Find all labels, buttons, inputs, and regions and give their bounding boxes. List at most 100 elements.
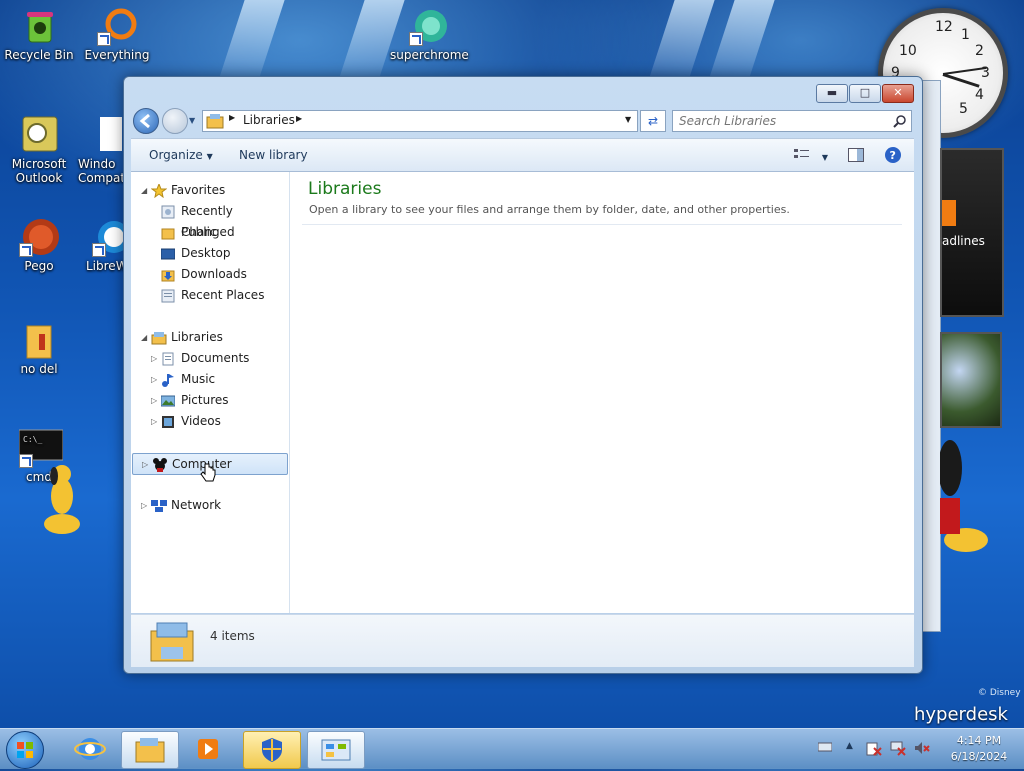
- maximize-icon: □: [859, 86, 871, 99]
- collapse-triangle-icon[interactable]: ◢: [141, 180, 147, 201]
- preview-pane-button[interactable]: [848, 148, 864, 165]
- breadcrumb-separator-icon: ▶: [229, 113, 236, 122]
- desktop-icon-recycle-bin[interactable]: Recycle Bin: [0, 6, 78, 62]
- forward-button[interactable]: [162, 108, 188, 134]
- nav-item-music[interactable]: ▷ Music: [131, 369, 285, 390]
- background-window-edge: [921, 80, 941, 632]
- nav-label: Documents: [181, 351, 250, 365]
- outlook-icon: [19, 115, 59, 155]
- control-panel-icon: [321, 739, 351, 761]
- back-button[interactable]: [133, 108, 159, 134]
- librew-icon: [92, 217, 130, 257]
- folder-icon: [161, 226, 175, 240]
- nav-item-pictures[interactable]: ▷ Pictures: [131, 390, 285, 411]
- clock-number: 2: [975, 43, 984, 59]
- computer-icon: [152, 458, 167, 472]
- nav-label: Music: [181, 372, 216, 386]
- desktop-icon-librew[interactable]: LibreW: [86, 217, 130, 273]
- address-dropdown-icon[interactable]: ▼: [625, 115, 631, 124]
- view-options-button[interactable]: ▼: [794, 148, 828, 163]
- desktop-icon-pego[interactable]: Pego: [0, 217, 78, 273]
- desktop-icon-no-del[interactable]: no del: [0, 320, 78, 376]
- desktop-icon-outlook[interactable]: Microsoft Outlook: [0, 115, 78, 185]
- desktop-icon-label: Everything: [84, 48, 150, 62]
- libraries-large-icon: [150, 622, 194, 662]
- new-library-button[interactable]: New library: [239, 148, 308, 162]
- refresh-button[interactable]: ⇄: [640, 110, 666, 132]
- nav-item-network[interactable]: ▷ Network: [131, 495, 285, 516]
- close-button[interactable]: ✕: [882, 84, 914, 103]
- refresh-icon: ⇄: [647, 114, 659, 128]
- desktop-icon-compat[interactable]: Windo Compat: [78, 115, 125, 185]
- pictures-icon: [160, 394, 176, 407]
- breadcrumb-libraries[interactable]: Libraries: [243, 113, 295, 127]
- nav-item-documents[interactable]: ▷ Documents: [131, 348, 285, 369]
- details-pane: 4 items: [131, 614, 914, 667]
- svg-text:?: ?: [890, 149, 896, 162]
- taskbar-internet-explorer[interactable]: [62, 731, 118, 767]
- keyboard-icon[interactable]: [817, 741, 833, 755]
- volume-muted-icon[interactable]: [914, 740, 930, 759]
- minimize-button[interactable]: ▬: [816, 84, 848, 103]
- nav-item-public[interactable]: Public: [131, 222, 285, 243]
- music-icon: [161, 373, 175, 387]
- expand-triangle-icon[interactable]: ▷: [151, 348, 157, 369]
- collapse-triangle-icon[interactable]: ◢: [141, 327, 147, 348]
- command-bar: Organize ▼ New library ▼ ?: [131, 138, 914, 172]
- content-pane[interactable]: Libraries Open a library to see your fil…: [290, 172, 914, 613]
- search-icon[interactable]: [893, 114, 907, 128]
- organize-button[interactable]: Organize ▼: [149, 148, 213, 162]
- minimize-icon: ▬: [826, 86, 838, 99]
- clock-date: 6/18/2024: [950, 750, 1008, 763]
- nav-item-videos[interactable]: ▷ Videos: [131, 411, 285, 432]
- expand-triangle-icon[interactable]: ▷: [142, 454, 148, 475]
- pego-icon: [19, 217, 59, 257]
- slideshow-gadget[interactable]: [940, 332, 1002, 428]
- navigation-pane[interactable]: ◢ Favorites Recently Changed Public Desk…: [131, 172, 290, 613]
- desktop-icon: [160, 247, 176, 260]
- taskbar-explorer[interactable]: [121, 731, 179, 769]
- action-center-icon[interactable]: [866, 740, 882, 759]
- nav-item-desktop[interactable]: Desktop: [131, 243, 285, 264]
- nav-item-downloads[interactable]: Downloads: [131, 264, 285, 285]
- desktop-icon-label: Recycle Bin: [4, 48, 74, 62]
- recent-pages-dropdown[interactable]: ▼: [189, 116, 195, 125]
- desktop-icon-superchrome[interactable]: superchrome: [390, 6, 469, 62]
- search-box[interactable]: [672, 110, 912, 132]
- nav-label: Recent Places: [181, 288, 265, 302]
- show-hidden-icons-button[interactable]: ▲: [846, 741, 853, 751]
- close-icon: ✕: [893, 86, 903, 99]
- chevron-down-icon: ▼: [206, 152, 213, 161]
- nav-label: Desktop: [181, 246, 231, 260]
- taskbar-media-player[interactable]: [180, 731, 236, 767]
- nav-item-favorites[interactable]: ◢ Favorites: [131, 180, 285, 201]
- network-icon: [151, 499, 167, 512]
- nav-item-recent-places[interactable]: Recent Places: [131, 285, 285, 306]
- network-status-icon[interactable]: [890, 740, 906, 759]
- expand-triangle-icon[interactable]: ▷: [141, 495, 147, 516]
- taskbar-security[interactable]: [243, 731, 301, 769]
- expand-triangle-icon[interactable]: ▷: [151, 411, 157, 432]
- clock-hour-hand: [942, 73, 980, 88]
- expand-triangle-icon[interactable]: ▷: [151, 390, 157, 411]
- start-button[interactable]: [6, 731, 44, 769]
- item-count: 4 items: [210, 629, 255, 643]
- desktop-icon-everything[interactable]: Everything: [78, 6, 156, 62]
- expand-triangle-icon[interactable]: ▷: [151, 369, 157, 390]
- libraries-icon: [151, 331, 167, 345]
- internet-explorer-icon: [74, 738, 106, 760]
- maximize-button[interactable]: □: [849, 84, 881, 103]
- nav-item-libraries[interactable]: ◢ Libraries: [131, 327, 285, 348]
- recently-changed-icon: [161, 205, 175, 219]
- explorer-window[interactable]: ▬ □ ✕ ▼ ▶ Libraries ▶ ▼ ⇄ Organize ▼ New…: [123, 76, 923, 674]
- page-title: Libraries: [308, 179, 382, 199]
- search-input[interactable]: [677, 112, 891, 130]
- help-button[interactable]: ?: [884, 146, 902, 167]
- breadcrumb-chevron-icon[interactable]: ▶: [296, 114, 302, 123]
- svg-text:C:\_: C:\_: [23, 435, 42, 444]
- nav-item-recently-changed[interactable]: Recently Changed: [131, 201, 285, 239]
- headlines-gadget[interactable]: adlines: [940, 148, 1004, 317]
- address-bar[interactable]: ▶ Libraries ▶ ▼: [202, 110, 638, 132]
- clock-area[interactable]: 4:14 PM 6/18/2024: [944, 733, 1014, 765]
- taskbar-control-panel[interactable]: [307, 731, 365, 769]
